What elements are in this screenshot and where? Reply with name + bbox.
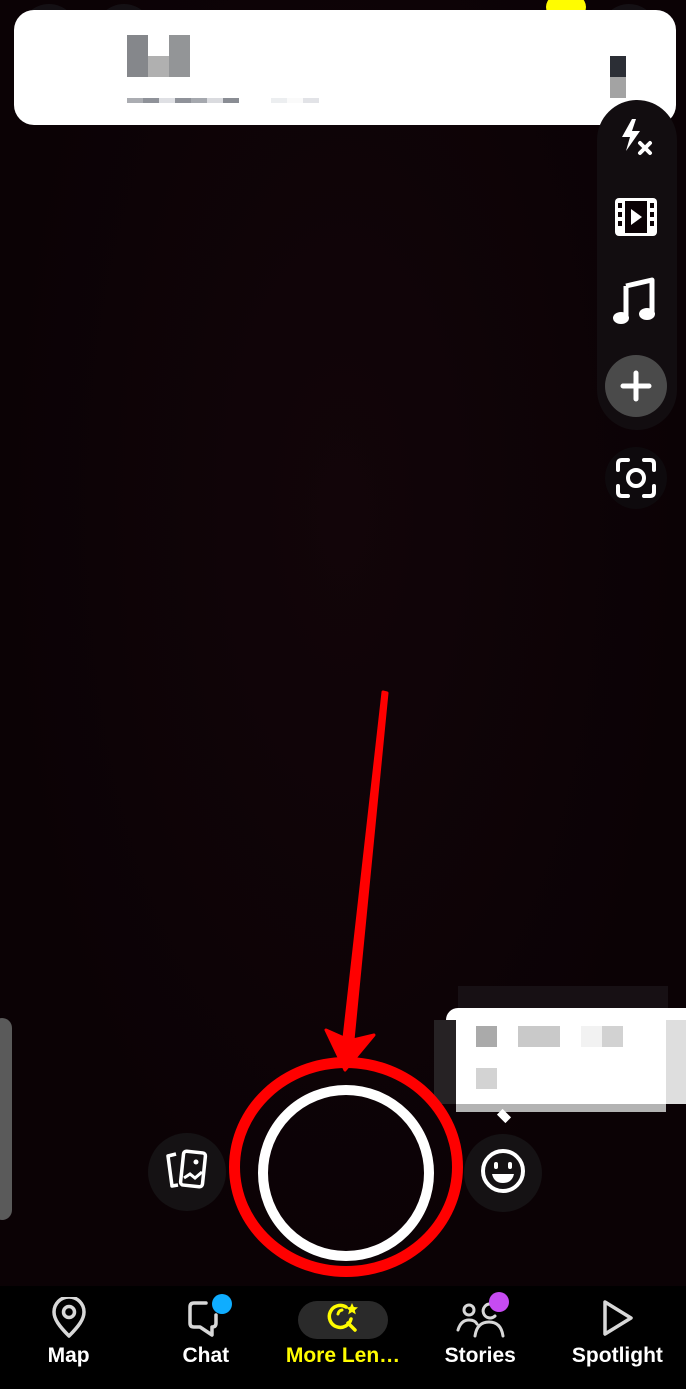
nav-stories-label: Stories [444, 1344, 516, 1367]
notification-banner[interactable] [14, 10, 676, 125]
map-pin-icon [50, 1295, 88, 1343]
nav-spotlight-label: Spotlight [571, 1344, 663, 1367]
notification-thumbnail [610, 56, 626, 98]
nav-stories[interactable]: Stories [412, 1286, 549, 1389]
notification-subtitle-redacted [127, 98, 319, 103]
flash-toggle-button[interactable] [605, 106, 667, 168]
nav-more-lenses[interactable]: More Len… [274, 1286, 411, 1389]
video-mode-button[interactable] [605, 186, 667, 248]
capture-button[interactable] [258, 1085, 434, 1261]
memories-cards-icon [162, 1148, 212, 1196]
music-note-icon [612, 276, 660, 326]
chat-unread-dot [211, 1294, 232, 1314]
nav-chat-label: Chat [182, 1344, 230, 1367]
flash-off-icon [612, 113, 660, 161]
nav-spotlight[interactable]: Spotlight [549, 1286, 686, 1389]
more-tools-button[interactable] [605, 355, 667, 417]
nav-map[interactable]: Map [0, 1286, 137, 1389]
nav-chat[interactable]: Chat [137, 1286, 274, 1389]
lens-tooltip: [redacted] [434, 986, 686, 1124]
memories-button[interactable] [148, 1133, 226, 1211]
scan-icon [614, 456, 658, 500]
notification-title-redacted [127, 35, 191, 77]
smiley-icon [479, 1147, 527, 1199]
bottom-nav: Map Chat More Len… Stories Spotlight [0, 1286, 686, 1389]
nav-map-label: Map [47, 1344, 90, 1367]
stories-new-dot [489, 1292, 510, 1312]
nav-more-lenses-label: More Len… [285, 1344, 401, 1367]
scan-button[interactable] [605, 447, 667, 509]
side-drawer-handle[interactable] [0, 1018, 12, 1220]
music-button[interactable] [605, 270, 667, 332]
active-tab-pill [298, 1301, 388, 1339]
lens-explorer-button[interactable] [464, 1134, 542, 1212]
play-triangle-icon [599, 1298, 635, 1342]
lens-search-star-icon [326, 1301, 360, 1339]
film-play-icon [612, 195, 660, 239]
plus-icon [605, 355, 667, 417]
